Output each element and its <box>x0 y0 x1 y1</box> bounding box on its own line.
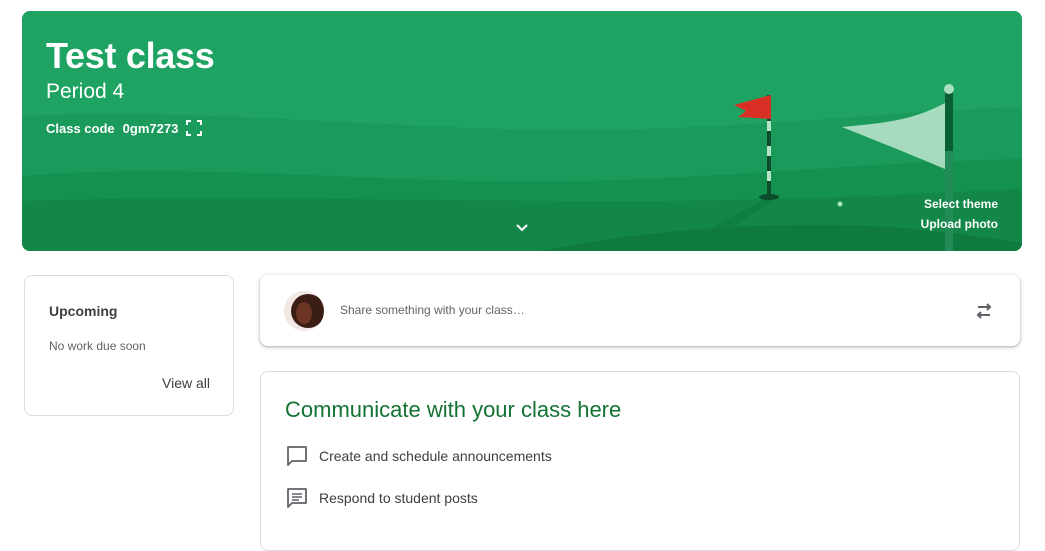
class-section: Period 4 <box>46 80 125 103</box>
share-box[interactable]: Share something with your class… <box>260 275 1020 346</box>
upcoming-empty-text: No work due soon <box>49 339 146 353</box>
upcoming-title: Upcoming <box>49 303 118 319</box>
upload-photo-button[interactable]: Upload photo <box>921 217 998 231</box>
avatar <box>284 291 324 331</box>
communicate-card: Communicate with your class here Create … <box>260 371 1020 551</box>
upcoming-card: Upcoming No work due soon View all <box>24 275 234 416</box>
feature-announcements: Create and schedule announcements <box>285 444 552 468</box>
repost-icon[interactable] <box>972 299 996 323</box>
class-banner: Test class Period 4 Class code 0gm7273 S… <box>22 11 1022 251</box>
feature-label: Create and schedule announcements <box>319 448 552 464</box>
communicate-title: Communicate with your class here <box>285 397 622 422</box>
feature-respond: Respond to student posts <box>285 486 478 510</box>
class-code-row: Class code 0gm7273 <box>46 119 203 137</box>
chat-bubble-icon <box>287 446 307 466</box>
comment-lines-icon <box>287 488 307 508</box>
view-all-link[interactable]: View all <box>162 375 210 391</box>
feature-label: Respond to student posts <box>319 490 478 506</box>
class-title[interactable]: Test class <box>46 35 215 77</box>
fullscreen-icon[interactable] <box>186 120 203 136</box>
class-code-label: Class code <box>46 120 115 136</box>
select-theme-button[interactable]: Select theme <box>924 197 998 211</box>
class-code-value: 0gm7273 <box>122 120 179 136</box>
share-input[interactable]: Share something with your class… <box>340 303 525 317</box>
chevron-down-icon[interactable] <box>512 217 532 237</box>
